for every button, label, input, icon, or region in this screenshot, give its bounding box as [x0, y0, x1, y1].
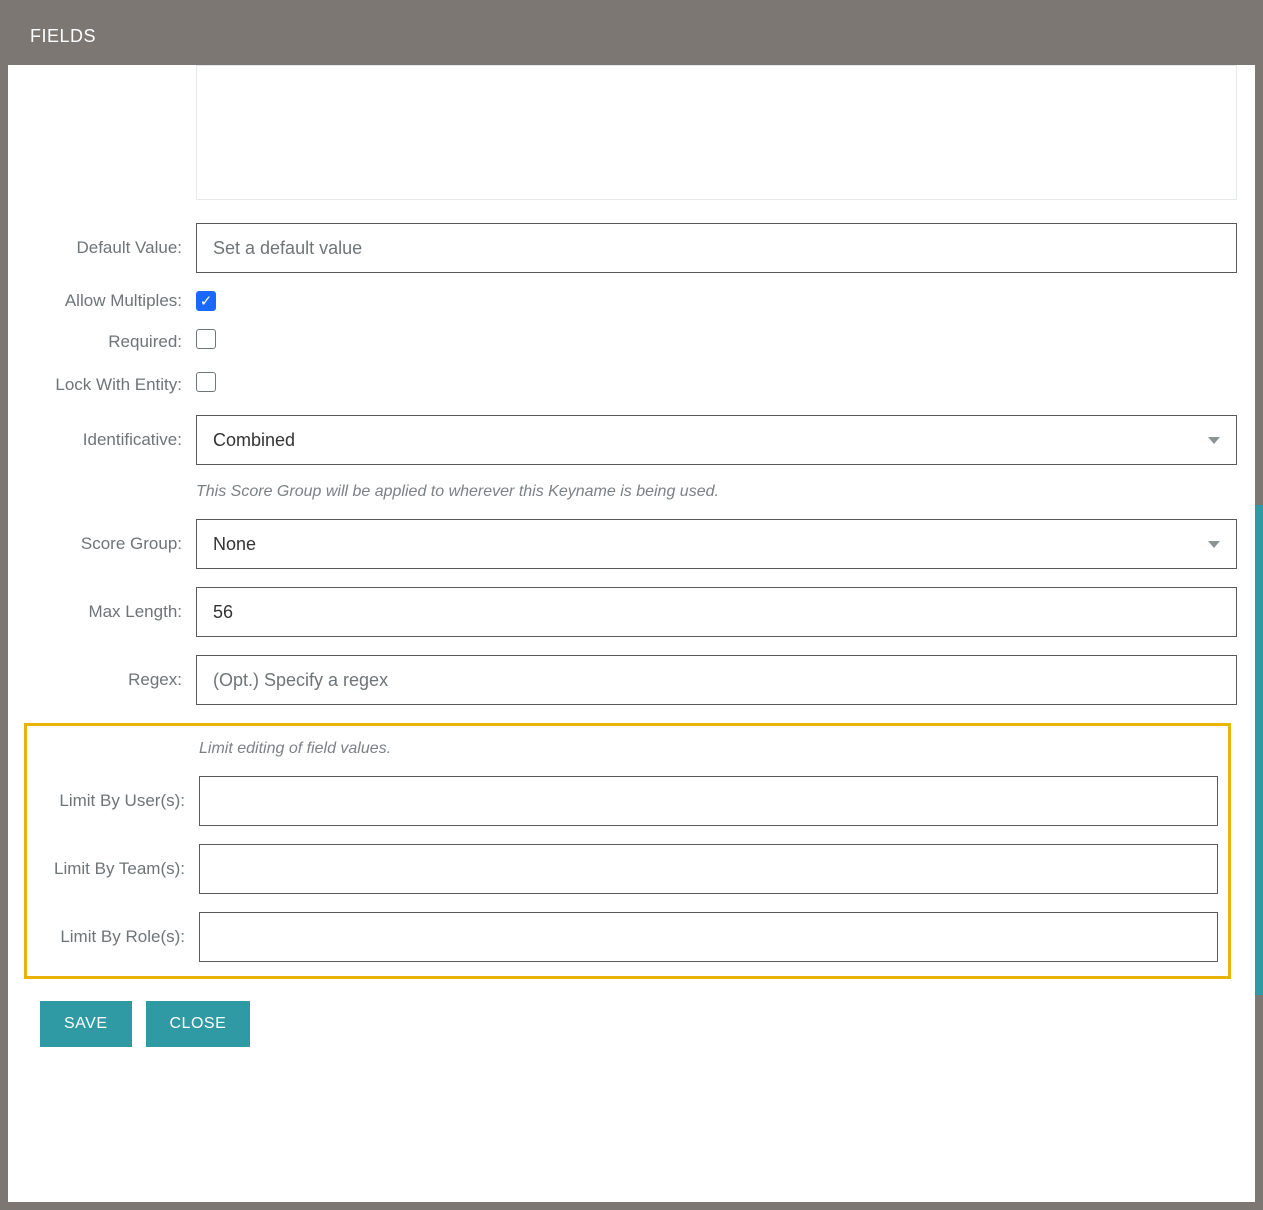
allow-multiples-label: Allow Multiples: [26, 291, 196, 311]
row-regex: Regex: [26, 655, 1237, 705]
max-length-input[interactable] [196, 587, 1237, 637]
lock-with-entity-checkbox[interactable] [196, 372, 216, 392]
row-limit-users: Limit By User(s): [27, 776, 1218, 826]
fields-form: Default Value: Allow Multiples: ✓ Requir… [26, 65, 1237, 1069]
save-button[interactable]: SAVE [40, 1001, 132, 1047]
identificative-label: Identificative: [26, 430, 196, 450]
description-textarea[interactable] [196, 65, 1237, 200]
background-accent-strip [1255, 505, 1263, 995]
regex-label: Regex: [26, 670, 196, 690]
chevron-down-icon [1208, 541, 1220, 548]
close-button[interactable]: CLOSE [146, 1001, 251, 1047]
default-value-label: Default Value: [26, 238, 196, 258]
required-label: Required: [26, 332, 196, 352]
score-group-label: Score Group: [26, 534, 196, 554]
modal-footer: SAVE CLOSE [26, 979, 1237, 1069]
regex-input[interactable] [196, 655, 1237, 705]
identificative-select[interactable]: Combined [196, 415, 1237, 465]
limit-hint: Limit editing of field values. [199, 740, 1218, 758]
required-checkbox[interactable] [196, 329, 216, 349]
modal-header: FIELDS [8, 8, 1255, 65]
limit-teams-input[interactable] [199, 844, 1218, 894]
limit-roles-label: Limit By Role(s): [27, 927, 199, 947]
row-limit-roles: Limit By Role(s): [27, 912, 1218, 962]
limit-users-label: Limit By User(s): [27, 791, 199, 811]
lock-with-entity-label: Lock With Entity: [26, 375, 196, 395]
identificative-value: Combined [213, 430, 295, 451]
row-default-value: Default Value: [26, 223, 1237, 273]
limit-roles-input[interactable] [199, 912, 1218, 962]
score-group-value: None [213, 534, 256, 555]
row-max-length: Max Length: [26, 587, 1237, 637]
fields-modal: FIELDS Default Value: Allow Multiples: ✓ [8, 8, 1255, 1202]
chevron-down-icon [1208, 437, 1220, 444]
modal-title: FIELDS [30, 26, 96, 46]
modal-body: Default Value: Allow Multiples: ✓ Requir… [8, 65, 1255, 1202]
row-identificative: Identificative: Combined [26, 415, 1237, 465]
row-score-group-hint: This Score Group will be applied to wher… [26, 483, 1237, 511]
row-lock-with-entity: Lock With Entity: [26, 372, 1237, 397]
limit-editing-section: Limit editing of field values. Limit By … [24, 723, 1231, 979]
score-group-select[interactable]: None [196, 519, 1237, 569]
row-required: Required: [26, 329, 1237, 354]
limit-users-input[interactable] [199, 776, 1218, 826]
row-allow-multiples: Allow Multiples: ✓ [26, 291, 1237, 311]
row-limit-teams: Limit By Team(s): [27, 844, 1218, 894]
row-textarea [26, 65, 1237, 205]
max-length-label: Max Length: [26, 602, 196, 622]
limit-teams-label: Limit By Team(s): [27, 859, 199, 879]
row-score-group: Score Group: None [26, 519, 1237, 569]
row-limit-hint: Limit editing of field values. [27, 740, 1218, 768]
allow-multiples-checkbox[interactable]: ✓ [196, 291, 216, 311]
default-value-input[interactable] [196, 223, 1237, 273]
score-group-hint: This Score Group will be applied to wher… [196, 483, 1237, 501]
